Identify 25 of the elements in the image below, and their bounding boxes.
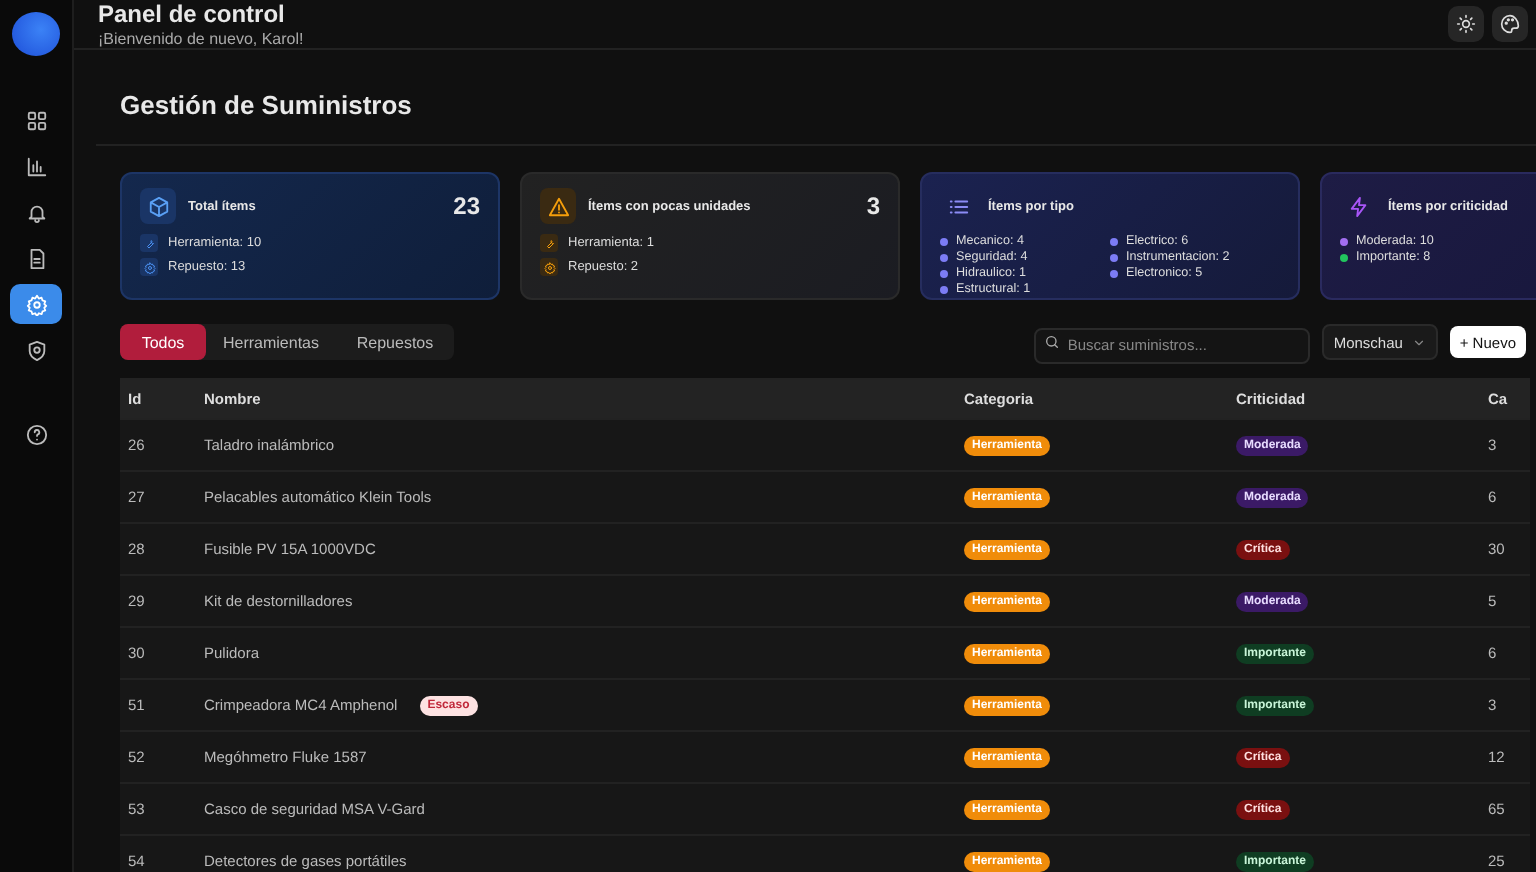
theme-button[interactable] xyxy=(1448,6,1484,42)
page-title: Gestión de Suministros xyxy=(96,50,1536,146)
welcome-text: ¡Bienvenido de nuevo, Karol! xyxy=(98,30,306,48)
palette-icon xyxy=(1500,14,1520,34)
shield-icon xyxy=(25,339,47,361)
bolt-icon xyxy=(1347,195,1369,217)
filter-tab[interactable]: Repuestos xyxy=(336,324,454,360)
filter-tab[interactable]: Todos xyxy=(120,324,206,360)
bell-icon xyxy=(25,201,47,223)
card-value: 3 xyxy=(866,192,880,220)
settings-icon xyxy=(25,293,47,315)
sun-icon xyxy=(1456,14,1476,34)
grid-icon xyxy=(25,109,47,131)
app-logo xyxy=(12,12,60,56)
chart-icon xyxy=(25,155,47,177)
list-icon xyxy=(947,195,969,217)
header-title: Panel de control xyxy=(98,0,287,28)
palette-button[interactable] xyxy=(1492,6,1528,42)
document-icon xyxy=(25,247,47,269)
chevron-icon xyxy=(1411,335,1426,349)
filter-tab[interactable]: Herramientas xyxy=(206,324,336,360)
search-icon xyxy=(1043,334,1060,350)
sidebar-item[interactable] xyxy=(10,284,62,324)
card-value: 23 xyxy=(453,192,480,220)
help-icon xyxy=(25,424,47,446)
